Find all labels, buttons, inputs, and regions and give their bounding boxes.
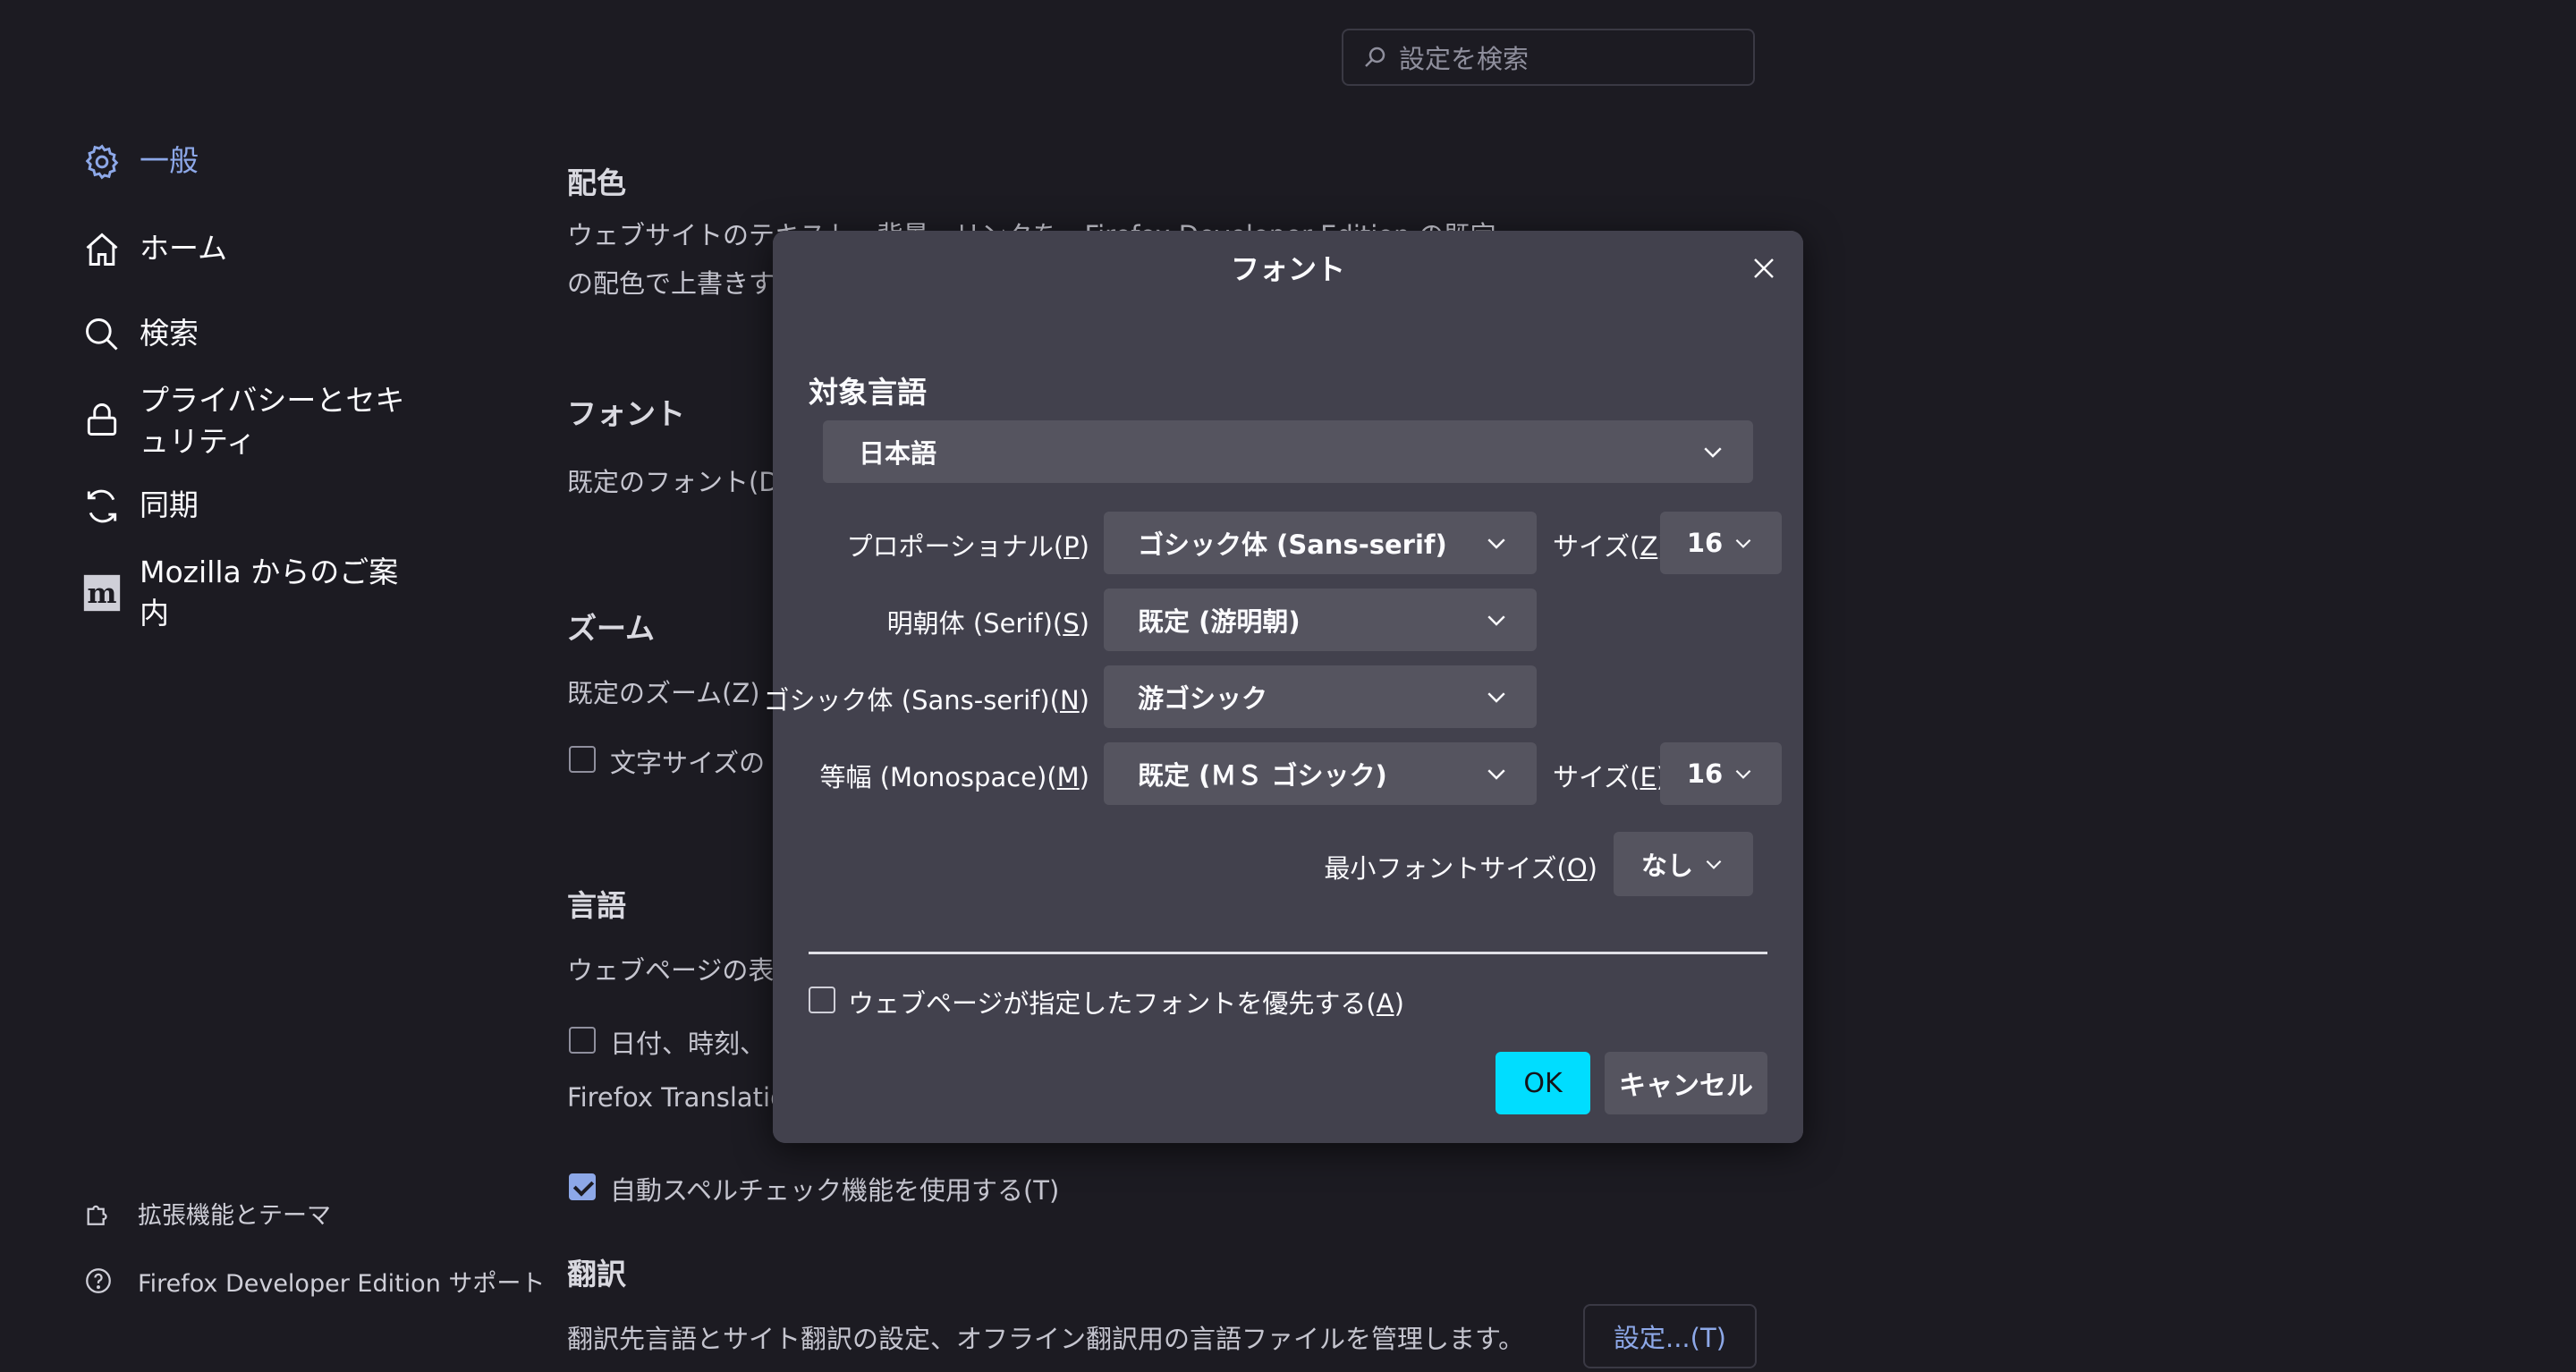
extensions-themes-link[interactable]: 拡張機能とテーマ (80, 1195, 331, 1231)
serif-font-select[interactable]: 既定 (游明朝) (1104, 589, 1537, 651)
default-font-label: 既定のフォント(D (567, 467, 779, 497)
search-placeholder: 設定を検索 (1399, 44, 1530, 74)
zoom-heading: ズーム (567, 611, 656, 646)
lock-icon (80, 398, 123, 441)
sidebar-item-search[interactable]: 検索 (80, 313, 408, 356)
chevron-down-icon (1706, 860, 1722, 869)
monospace-label: 等幅 (Monospace)(M) (819, 762, 1089, 792)
monospace-size-select[interactable]: 16 (1660, 742, 1782, 805)
zoom-text-only-label: 文字サイズの (610, 748, 766, 778)
proportional-size-select[interactable]: 16 (1660, 512, 1782, 574)
sidebar-item-label: 一般 (140, 143, 199, 178)
proportional-size-value: 16 (1686, 528, 1724, 558)
sans-serif-label: ゴシック体 (Sans-serif)(N) (763, 685, 1089, 716)
min-font-size-value: なし (1640, 851, 1693, 881)
sidebar-item-privacy[interactable]: プライバシーとセキュリティ (80, 380, 408, 462)
support-label: Firefox Developer Edition サポート (138, 1269, 546, 1298)
sidebar-item-label: Mozilla からのご案内 (140, 555, 399, 631)
mozilla-icon: m (80, 572, 123, 614)
regional-format-label: 日付、時刻、 (610, 1029, 767, 1059)
dialog-header: フォント (773, 231, 1803, 304)
allow-page-fonts-label: ウェブページが指定したフォントを優先する(A) (848, 988, 1404, 1019)
monospace-size-value: 16 (1686, 758, 1724, 789)
sidebar-item-label: 同期 (140, 487, 199, 522)
sidebar-item-home[interactable]: ホーム (80, 228, 408, 271)
translate-settings-button[interactable]: 設定...(T) (1583, 1304, 1757, 1368)
min-font-size-label: 最小フォントサイズ(O) (1324, 853, 1597, 884)
close-icon (1754, 258, 1774, 278)
colors-heading: 配色 (567, 165, 626, 200)
chevron-down-icon (1487, 538, 1505, 549)
serif-font-value: 既定 (游明朝) (1138, 606, 1301, 637)
chevron-down-icon (1487, 769, 1505, 780)
spellcheck-label: 自動スペルチェック機能を使用する(T) (610, 1175, 1060, 1206)
dialog-title: フォント (1230, 252, 1345, 286)
chevron-down-icon (1735, 769, 1751, 779)
extensions-themes-label: 拡張機能とテーマ (138, 1201, 331, 1230)
language-select[interactable]: 日本語 (823, 420, 1753, 483)
monospace-font-value: 既定 (ＭＳ ゴシック) (1138, 760, 1387, 791)
colors-description-2: の配色で上書きす (567, 268, 775, 299)
search-icon (80, 313, 123, 356)
svg-text:m: m (88, 578, 117, 610)
language-heading: 言語 (567, 888, 626, 923)
chevron-down-icon (1487, 615, 1505, 626)
regional-format-checkbox[interactable] (569, 1027, 596, 1054)
min-font-size-select[interactable]: なし (1614, 832, 1753, 896)
search-icon (1365, 47, 1385, 67)
sidebar-item-label: ホーム (140, 231, 228, 266)
translate-description: 翻訳先言語とサイト翻訳の設定、オフライン翻訳用の言語ファイルを管理します。 (567, 1324, 1525, 1354)
sidebar-item-sync[interactable]: 同期 (80, 485, 408, 528)
sans-serif-font-select[interactable]: 游ゴシック (1104, 665, 1537, 728)
spellcheck-checkbox[interactable] (569, 1173, 596, 1200)
language-description: ウェブページの表 (567, 955, 775, 986)
cancel-button[interactable]: キャンセル (1605, 1052, 1767, 1114)
sidebar-item-label: 検索 (140, 316, 199, 351)
settings-search-input[interactable]: 設定を検索 (1342, 29, 1755, 86)
monospace-font-select[interactable]: 既定 (ＭＳ ゴシック) (1104, 742, 1537, 805)
gear-icon (80, 140, 123, 183)
sidebar-item-mozilla[interactable]: m Mozilla からのご案内 (80, 552, 408, 634)
help-icon (80, 1263, 116, 1299)
proportional-font-value: ゴシック体 (Sans-serif) (1138, 529, 1447, 560)
proportional-label: プロポーショナル(P) (846, 531, 1089, 562)
translations-label: Firefox Translatio (567, 1082, 786, 1113)
language-group-label: 対象言語 (809, 375, 927, 410)
proportional-size-label: サイズ(Z) (1553, 531, 1668, 562)
chevron-down-icon (1487, 692, 1505, 703)
dialog-separator (809, 952, 1767, 954)
puzzle-icon (80, 1195, 116, 1231)
allow-page-fonts-checkbox[interactable] (809, 987, 835, 1013)
default-zoom-label: 既定のズーム(Z) (567, 678, 760, 708)
sans-serif-font-value: 游ゴシック (1138, 683, 1268, 714)
translate-heading: 翻訳 (567, 1257, 626, 1292)
chevron-down-icon (1704, 447, 1722, 458)
close-button[interactable] (1746, 250, 1782, 286)
ok-button[interactable]: OK (1496, 1052, 1590, 1114)
language-select-value: 日本語 (859, 438, 937, 469)
sidebar-item-label: プライバシーとセキュリティ (140, 383, 405, 459)
monospace-size-label: サイズ(E) (1553, 762, 1666, 792)
home-icon (80, 228, 123, 271)
proportional-font-select[interactable]: ゴシック体 (Sans-serif) (1104, 512, 1537, 574)
sidebar-item-general[interactable]: 一般 (80, 140, 408, 183)
fonts-heading: フォント (567, 396, 685, 431)
serif-label: 明朝体 (Serif)(S) (886, 608, 1089, 639)
sync-icon (80, 485, 123, 528)
chevron-down-icon (1735, 538, 1751, 548)
support-link[interactable]: Firefox Developer Edition サポート (80, 1263, 545, 1299)
zoom-text-only-checkbox[interactable] (569, 746, 596, 773)
